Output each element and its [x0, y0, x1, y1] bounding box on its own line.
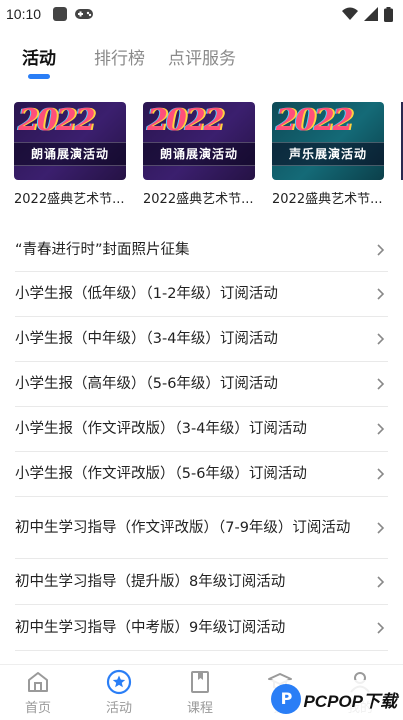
list-item[interactable]: 初中生学习指导（作文评改版）（7-9年级）订阅活动 — [15, 497, 388, 559]
nav-activities[interactable]: 活动 — [89, 669, 149, 716]
list-item-title: 小学生报（中年级）（3-4年级）订阅活动 — [15, 331, 278, 347]
chevron-right-icon — [377, 468, 385, 480]
featured-card[interactable]: 2022 朗诵展演活动 2022盛典艺术节... — [143, 102, 255, 206]
nav-home-label: 首页 — [24, 701, 51, 716]
chevron-right-icon — [377, 621, 385, 634]
featured-card[interactable]: 2022 声乐展演活动 2022盛典艺术节... — [272, 102, 384, 206]
status-time: 10:10 — [6, 6, 42, 22]
watermark-text: PCPOP下载 — [303, 691, 397, 711]
card-caption: 2022盛典艺术节... — [143, 192, 254, 206]
event-poster: 2022 朗诵展演活动 — [14, 102, 126, 180]
poster-year: 2022 — [18, 103, 95, 138]
gamepad-icon — [75, 9, 94, 19]
tab-activities[interactable]: 活动 — [22, 44, 56, 69]
nav-home[interactable]: 首页 — [8, 669, 68, 716]
nav-activities-label: 活动 — [105, 701, 132, 716]
watermark-logo-icon: P — [271, 684, 302, 714]
signal-icon — [364, 7, 378, 21]
list-item[interactable]: 小学生报（作文评改版）（5-6年级）订阅活动 — [15, 452, 388, 497]
poster-band: 朗诵展演活动 — [143, 142, 255, 166]
chevron-right-icon — [377, 423, 385, 435]
event-poster: 2022 声乐展演活动 — [272, 102, 384, 180]
poster-title: 声乐展演活动 — [288, 147, 367, 161]
list-item[interactable]: 小学生报（高年级）（5-6年级）订阅活动 — [15, 362, 388, 407]
list-item-title: “青春进行时”封面照片征集 — [15, 241, 190, 258]
list-item-title: 小学生报（作文评改版）（3-4年级）订阅活动 — [15, 421, 307, 437]
watermark: P PCPOP下载 — [267, 680, 401, 718]
tab-rankings[interactable]: 排行榜 — [94, 44, 145, 69]
poster-year: 2022 — [147, 103, 224, 138]
list-item-title: 初中生学习指导（中考版）9年级订阅活动 — [15, 619, 286, 636]
list-item[interactable]: 小学生报（中年级）（3-4年级）订阅活动 — [15, 317, 388, 362]
chevron-right-icon — [377, 378, 385, 390]
list-item[interactable]: 小学生报（低年级）（1-2年级）订阅活动 — [15, 272, 388, 317]
poster-title: 朗诵展演活动 — [159, 147, 238, 161]
chevron-right-icon — [377, 243, 385, 256]
chevron-right-icon — [377, 333, 385, 345]
chevron-right-icon — [377, 521, 385, 534]
featured-card[interactable]: 2022 朗诵展演活动 2022盛典艺术节... — [14, 102, 126, 206]
battery-icon — [384, 6, 393, 22]
active-tab-indicator — [28, 74, 50, 79]
home-icon — [28, 672, 48, 692]
poster-band: 朗诵展演活动 — [14, 142, 126, 166]
poster-band: 声乐展演活动 — [272, 142, 384, 166]
list-item-title: 小学生报（作文评改版）（5-6年级）订阅活动 — [15, 466, 307, 482]
top-tabs: 活动 排行榜 点评服务 — [0, 40, 403, 82]
event-poster: 2022 朗诵展演活动 — [143, 102, 255, 180]
list-item-title: 初中生学习指导（作文评改版）（7-9年级）订阅活动 — [15, 519, 351, 536]
nav-courses[interactable]: 课程 — [170, 669, 230, 716]
list-item-title: 小学生报（高年级）（5-6年级）订阅活动 — [15, 376, 278, 392]
poster-year: 2022 — [276, 103, 353, 138]
list-item[interactable]: 小学生报（作文评改版）（3-4年级）订阅活动 — [15, 407, 388, 452]
wifi-icon — [342, 7, 358, 20]
featured-carousel[interactable]: 2022 朗诵展演活动 2022盛典艺术节... 2022 朗诵展演活动 202… — [14, 102, 403, 206]
list-item[interactable]: 初中生学习指导（中考版）9年级订阅活动 — [15, 605, 388, 651]
list-item-title: 初中生学习指导（提升版）8年级订阅活动 — [15, 573, 286, 590]
notification-icon — [53, 7, 68, 21]
card-caption: 2022盛典艺术节... — [272, 192, 383, 206]
list-item-title: 小学生报（低年级）（1-2年级）订阅活动 — [15, 286, 278, 302]
list-item[interactable]: “青春进行时”封面照片征集 — [15, 228, 388, 272]
card-caption: 2022盛典艺术节... — [14, 192, 125, 206]
activity-list: “青春进行时”封面照片征集 小学生报（低年级）（1-2年级）订阅活动 小学生报（… — [15, 228, 388, 651]
chevron-right-icon — [377, 575, 385, 588]
star-circle-icon — [106, 669, 132, 695]
status-bar: 10:10 — [0, 0, 403, 28]
poster-title: 朗诵展演活动 — [30, 147, 109, 161]
bookmark-book-icon — [191, 671, 209, 693]
tab-review-service[interactable]: 点评服务 — [168, 44, 236, 69]
nav-courses-label: 课程 — [186, 701, 213, 716]
chevron-right-icon — [377, 288, 385, 300]
list-item[interactable]: 初中生学习指导（提升版）8年级订阅活动 — [15, 559, 388, 605]
